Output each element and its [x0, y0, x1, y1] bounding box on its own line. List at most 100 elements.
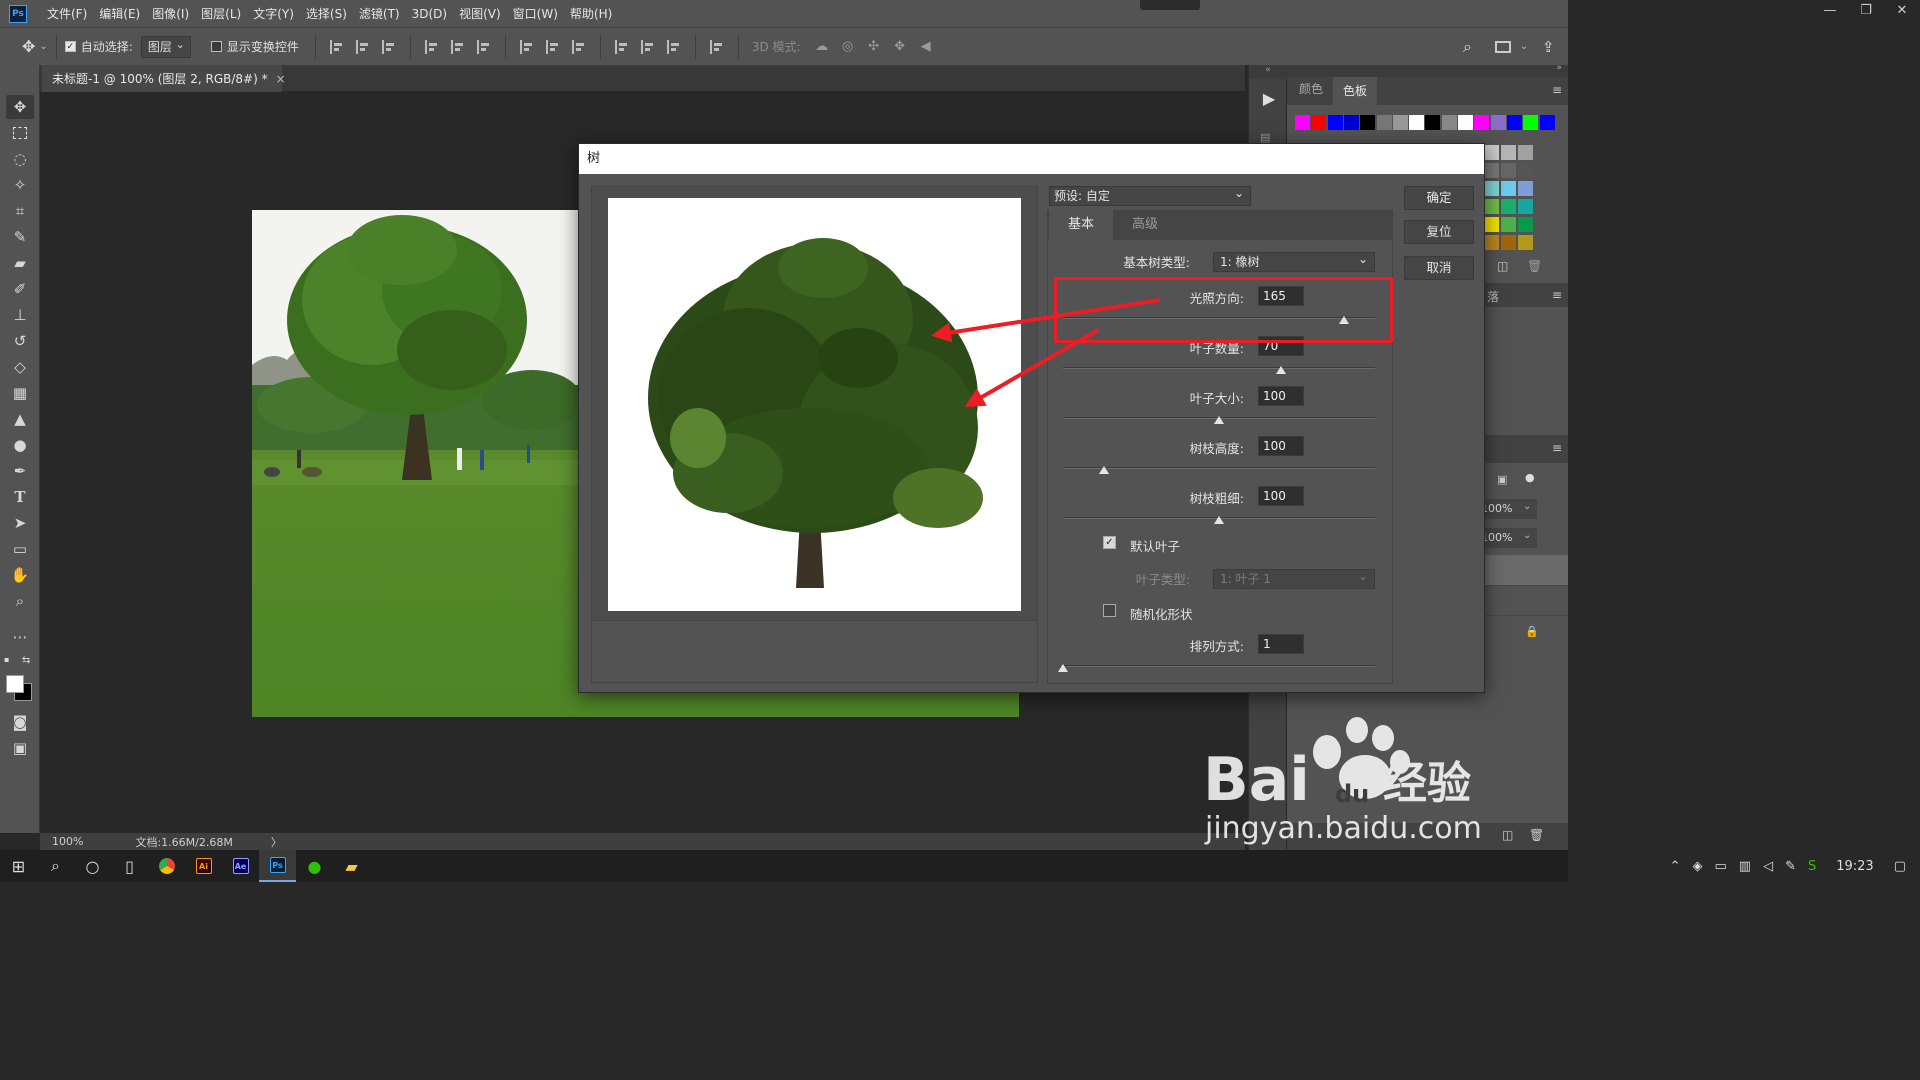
panel-menu-icon[interactable]: ≡ — [1552, 288, 1562, 302]
restore-button[interactable]: ❐ — [1848, 0, 1884, 22]
branch-height-slider[interactable] — [1063, 467, 1375, 469]
swatch[interactable] — [1474, 115, 1490, 130]
play-action-icon[interactable]: ▶ — [1257, 89, 1281, 113]
swatch[interactable] — [1518, 181, 1533, 196]
menu-layer[interactable]: 图层(L) — [201, 5, 241, 22]
foreground-color-swatch[interactable] — [6, 675, 24, 693]
layer-row[interactable] — [1477, 615, 1568, 651]
default-colors-icon[interactable]: ▪ — [4, 655, 14, 665]
delete-layer-icon[interactable]: 🗑 — [1529, 828, 1544, 842]
arrangement-slider[interactable] — [1063, 665, 1375, 667]
swatch[interactable] — [1501, 163, 1516, 178]
reset-button[interactable]: 复位 — [1404, 220, 1474, 244]
arrangement-slider-thumb[interactable] — [1058, 664, 1068, 672]
lock-all-icon[interactable]: ▣ — [1497, 473, 1507, 486]
share-icon[interactable]: ⇪ — [1542, 38, 1555, 56]
more-tools-icon[interactable]: ⋯ — [6, 625, 34, 649]
distribute-vcenter-icon[interactable] — [545, 39, 560, 54]
zoom-level[interactable]: 100% — [52, 835, 83, 848]
menu-window[interactable]: 窗口(W) — [513, 5, 558, 22]
swatch[interactable] — [1484, 199, 1499, 214]
swatch[interactable] — [1539, 115, 1555, 130]
distribute-hcenter-icon[interactable] — [640, 39, 655, 54]
auto-select-dropdown[interactable]: 图层 — [140, 35, 191, 58]
leaf-size-input[interactable]: 100 — [1258, 386, 1304, 406]
security-icon[interactable]: ◈ — [1692, 859, 1702, 874]
distribute-right-icon[interactable] — [666, 39, 681, 54]
swatch[interactable] — [1518, 145, 1533, 160]
dock-collapse-icon[interactable]: » — [1556, 63, 1562, 73]
leaf-size-slider-thumb[interactable] — [1214, 416, 1224, 424]
collapse-panels-icon[interactable]: « — [1249, 65, 1287, 79]
swatch[interactable] — [1295, 115, 1310, 130]
swatch[interactable] — [1327, 115, 1343, 130]
preset-dropdown[interactable]: 预设: 自定 — [1049, 184, 1251, 206]
chevron-down-icon[interactable]: ⌄ — [1523, 530, 1531, 541]
paragraph-panel-tab[interactable]: 落 — [1487, 288, 1499, 305]
healing-brush-tool-icon[interactable]: ▰ — [6, 251, 34, 275]
menu-image[interactable]: 图像(I) — [152, 5, 189, 22]
swatch[interactable] — [1523, 115, 1539, 130]
randomize-shape-checkbox[interactable] — [1103, 604, 1116, 617]
show-transform-checkbox[interactable] — [210, 41, 222, 52]
chrome-icon[interactable] — [148, 850, 185, 882]
swatch[interactable] — [1484, 235, 1499, 250]
swatch[interactable] — [1392, 115, 1408, 130]
swatch[interactable] — [1518, 163, 1533, 178]
branch-height-slider-thumb[interactable] — [1098, 466, 1109, 474]
task-view-icon[interactable]: ▯ — [111, 850, 148, 882]
cancel-button[interactable]: 取消 — [1404, 256, 1474, 280]
3d-roll-icon[interactable]: ◎ — [839, 39, 857, 54]
swatch[interactable] — [1501, 199, 1516, 214]
layer-row-selected[interactable] — [1477, 555, 1568, 585]
move-tool-icon[interactable]: ✥ — [6, 95, 34, 119]
filter-toggle-icon[interactable]: ● — [1525, 471, 1535, 484]
stamp-tool-icon[interactable]: ⊥ — [6, 303, 34, 327]
clock[interactable]: 19:23 — [1836, 859, 1873, 874]
swatch[interactable] — [1441, 115, 1457, 130]
swatch[interactable] — [1425, 115, 1441, 130]
tab-basic[interactable]: 基本 — [1049, 210, 1113, 240]
panel-menu-icon[interactable]: ≡ — [1552, 441, 1562, 455]
swatch[interactable] — [1501, 235, 1516, 250]
3d-orbit-icon[interactable]: ☁ — [813, 39, 831, 54]
menu-help[interactable]: 帮助(H) — [570, 5, 612, 22]
chevron-up-icon[interactable]: ⌃ — [1670, 859, 1681, 874]
swatch[interactable] — [1484, 217, 1499, 232]
tab-color[interactable]: 颜色 — [1289, 77, 1333, 101]
default-leaves-checkbox[interactable]: ✓ — [1103, 536, 1116, 549]
align-top-icon[interactable] — [329, 39, 344, 54]
swatch[interactable] — [1490, 115, 1506, 130]
leaf-count-slider-thumb[interactable] — [1276, 366, 1287, 374]
leaf-count-slider[interactable] — [1063, 367, 1375, 369]
align-bottom-icon[interactable] — [381, 39, 396, 54]
chevron-down-icon[interactable]: ⌄ — [1523, 501, 1531, 512]
menu-file[interactable]: 文件(F) — [47, 5, 87, 22]
hand-tool-icon[interactable]: ✋ — [6, 563, 34, 587]
swatch[interactable] — [1311, 115, 1327, 130]
swatch[interactable] — [1518, 217, 1533, 232]
swatch[interactable] — [1506, 115, 1522, 130]
gradient-tool-icon[interactable]: ▦ — [6, 381, 34, 405]
menu-view[interactable]: 视图(V) — [459, 5, 501, 22]
menu-edit[interactable]: 编辑(E) — [99, 5, 140, 22]
after-effects-icon[interactable]: Ae — [222, 850, 259, 882]
network-icon[interactable]: ▥ — [1739, 859, 1751, 874]
zoom-tool-icon[interactable]: ⌕ — [6, 589, 34, 613]
swatch[interactable] — [1376, 115, 1392, 130]
3d-camera-icon[interactable]: ◀ — [917, 39, 935, 54]
swatch[interactable] — [1484, 181, 1499, 196]
search-icon[interactable]: ⌕ — [1463, 37, 1472, 57]
swatch[interactable] — [1484, 163, 1499, 178]
3d-pan-icon[interactable]: ✣ — [865, 39, 883, 54]
menu-filter[interactable]: 滤镜(T) — [359, 5, 400, 22]
pen-tool-icon[interactable]: ✒ — [6, 459, 34, 483]
input-method-icon[interactable]: S — [1808, 859, 1816, 874]
menu-3d[interactable]: 3D(D) — [412, 7, 447, 21]
workspace-icon[interactable] — [1495, 40, 1511, 53]
swap-colors-icon[interactable]: ⇆ — [22, 655, 30, 666]
3d-slide-icon[interactable]: ✥ — [891, 39, 909, 54]
align-vcenter-icon[interactable] — [355, 39, 370, 54]
cortana-icon[interactable]: ○ — [74, 850, 111, 882]
swatch[interactable] — [1501, 145, 1516, 160]
